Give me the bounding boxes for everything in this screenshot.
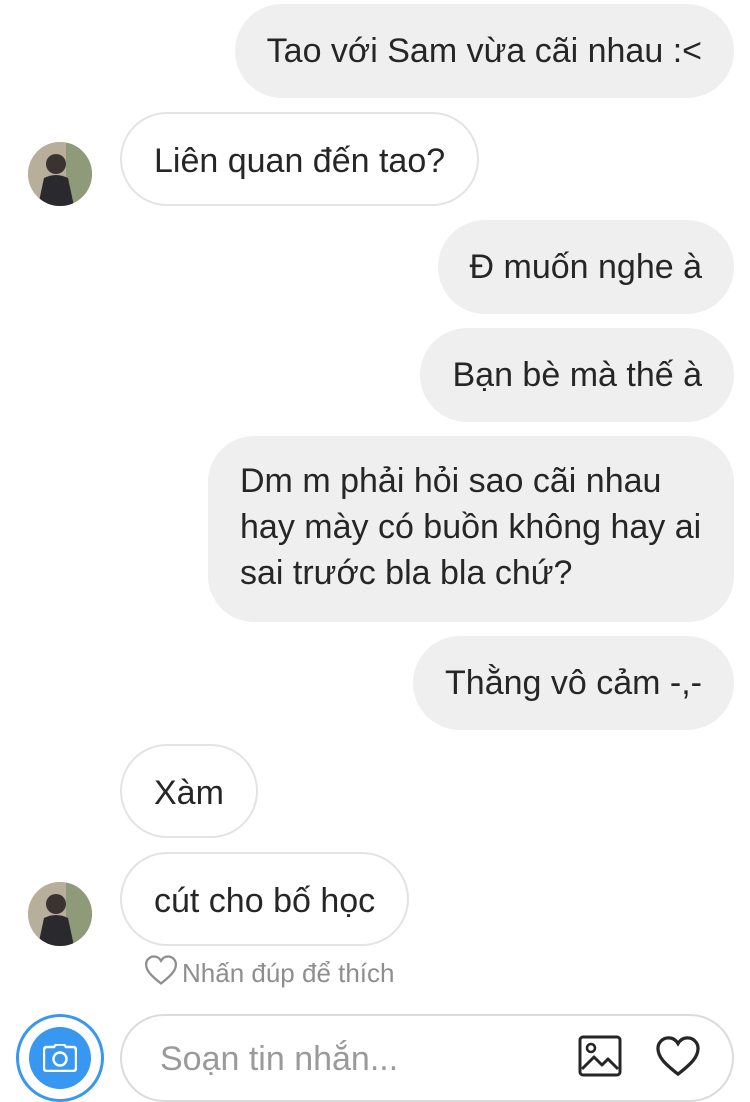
- message-text: Tao với Sam vừa cãi nhau :<: [266, 32, 702, 70]
- message-text: Bạn bè mà thế à: [452, 356, 702, 394]
- message-text: Đ muốn nghe à: [469, 248, 703, 286]
- message-text: Xàm: [154, 774, 224, 812]
- double-tap-like-hint[interactable]: Nhấn đúp để thích: [144, 954, 395, 993]
- message-bubble-outgoing[interactable]: Dm m phải hỏi sao cãi nhau hay mày có bu…: [208, 436, 734, 622]
- message-bubble-incoming[interactable]: cút cho bố học: [120, 852, 410, 946]
- heart-outline-icon: [144, 954, 178, 993]
- message-text: Dm m phải hỏi sao cãi nhau hay mày có bu…: [240, 462, 702, 592]
- camera-icon: [29, 1027, 91, 1089]
- avatar[interactable]: [28, 142, 92, 206]
- like-hint-text: Nhấn đúp để thích: [182, 957, 395, 988]
- message-text: Thằng vô cảm -,-: [445, 664, 702, 702]
- gallery-button[interactable]: [576, 1034, 624, 1082]
- avatar-photo: [28, 882, 92, 946]
- message-composer: [0, 1008, 750, 1102]
- message-text: Liên quan đến tao?: [154, 142, 446, 180]
- message-input[interactable]: [158, 1032, 542, 1086]
- avatar-photo: [28, 142, 92, 206]
- message-thread: Tao với Sam vừa cãi nhau :< Liên quan đế…: [0, 0, 750, 1000]
- message-bubble-outgoing[interactable]: Đ muốn nghe à: [437, 220, 734, 314]
- camera-button[interactable]: [16, 1014, 104, 1102]
- message-bubble-outgoing[interactable]: Thằng vô cảm -,-: [413, 636, 734, 730]
- avatar[interactable]: [28, 882, 92, 946]
- message-bubble-incoming[interactable]: Liên quan đến tao?: [120, 112, 480, 206]
- heart-icon: [655, 1035, 701, 1082]
- message-text: cút cho bố học: [154, 882, 376, 920]
- message-bubble-outgoing[interactable]: Tao với Sam vừa cãi nhau :<: [234, 4, 734, 98]
- message-bubble-incoming[interactable]: Xàm: [120, 744, 258, 838]
- like-button[interactable]: [654, 1034, 702, 1082]
- message-bubble-outgoing[interactable]: Bạn bè mà thế à: [420, 328, 734, 422]
- image-icon: [578, 1035, 622, 1082]
- message-input-container: [120, 1014, 734, 1102]
